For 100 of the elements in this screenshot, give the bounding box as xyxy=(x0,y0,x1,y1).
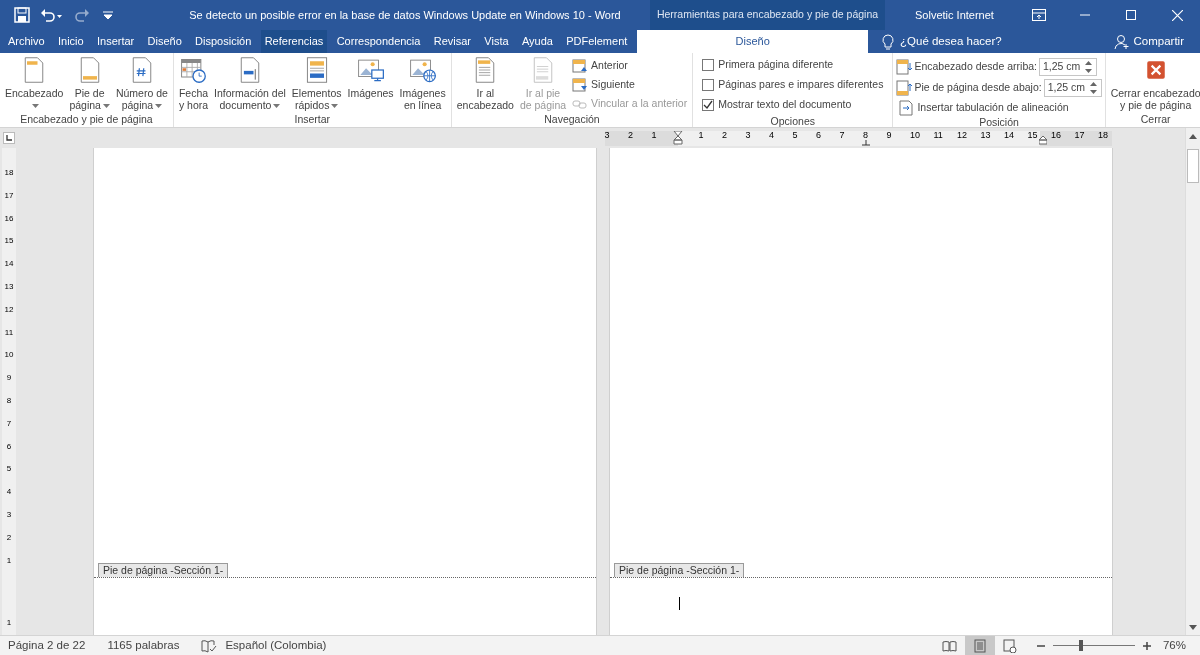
ruler-number: 13 xyxy=(980,130,991,140)
page-count[interactable]: Página 2 de 22 xyxy=(8,636,86,655)
scroll-thumb[interactable] xyxy=(1187,149,1199,183)
ruler-number: 4 xyxy=(5,487,13,497)
ruler-number: 10 xyxy=(910,130,920,140)
ruler-number: 18 xyxy=(3,168,15,177)
ribbon-tab[interactable]: Correspondencia xyxy=(332,30,425,53)
ribbon-button[interactable]: Pie de página xyxy=(67,55,112,111)
scrollbar[interactable] xyxy=(1185,128,1200,635)
image-monitor-icon xyxy=(356,56,385,84)
ruler-number: 14 xyxy=(1004,130,1014,140)
ruler-number: 1 xyxy=(5,555,13,565)
scroll-up-icon[interactable] xyxy=(1189,133,1197,139)
ruler-number: 5 xyxy=(5,464,13,474)
ribbon-button[interactable]: Encabezado xyxy=(3,55,66,111)
indent-marker-icon[interactable] xyxy=(1039,134,1047,145)
tab-selector-icon[interactable] xyxy=(3,132,15,144)
ruler-number: 16 xyxy=(1051,130,1061,140)
spin-arrows-icon[interactable] xyxy=(1085,60,1092,73)
spin-arrows-icon[interactable] xyxy=(1089,81,1097,94)
ribbon-button[interactable]: Cerrar encabezado y pie de página xyxy=(1108,55,1200,111)
zoom-level[interactable]: 76% xyxy=(1162,636,1186,655)
ruler-number: 3 xyxy=(745,130,751,140)
ribbon-button[interactable]: Elementos rápidos xyxy=(289,55,344,111)
ribbon-tab[interactable]: Vista xyxy=(480,30,513,53)
footer-label: Pie de página -Sección 1- xyxy=(98,563,229,577)
checkmark-icon xyxy=(703,100,714,110)
header-spacing-icon xyxy=(896,58,913,75)
tell-me-field[interactable]: ¿Qué desea hacer? xyxy=(900,32,1050,51)
spin-field[interactable]: 1,25 cm xyxy=(1043,78,1102,97)
ruler-number: 10 xyxy=(3,350,15,360)
tab-insert-icon xyxy=(898,99,915,116)
ruler-number: 2 xyxy=(628,130,633,140)
ruler-number: 8 xyxy=(5,396,13,405)
ruler-number: 15 xyxy=(1027,130,1038,140)
checkbox[interactable]: Páginas pares e impares diferentes xyxy=(702,77,884,93)
ribbon-tab[interactable]: Ayuda xyxy=(517,30,557,53)
ruler-number: 5 xyxy=(792,130,798,140)
group-label: Opciones xyxy=(770,115,815,127)
ruler-number: 3 xyxy=(5,510,13,519)
ribbon-tab[interactable]: Insertar xyxy=(92,30,139,53)
spin-field[interactable]: 1,25 cm xyxy=(1039,57,1097,76)
language[interactable]: Español (Colombia) xyxy=(225,636,327,655)
ribbon-tab[interactable]: Inicio xyxy=(54,30,88,53)
ruler-number: 11 xyxy=(3,327,15,337)
save-icon[interactable] xyxy=(14,7,30,23)
ruler-number: 9 xyxy=(886,130,892,140)
group-label: Insertar xyxy=(294,113,331,127)
ribbon-display-icon xyxy=(1032,9,1046,21)
scroll-down-icon[interactable] xyxy=(1189,624,1197,630)
section-up-icon xyxy=(572,57,589,74)
maximize-icon xyxy=(1126,10,1136,20)
section-down-icon xyxy=(572,76,589,93)
caret-icon xyxy=(331,104,339,109)
ribbon-tab[interactable]: Diseño xyxy=(143,30,186,53)
ribbon-button[interactable]: Fecha y hora xyxy=(176,55,211,111)
minus-icon xyxy=(1036,644,1045,647)
ribbon-tab[interactable]: Disposición xyxy=(191,30,256,53)
checkbox[interactable]: Primera página diferente xyxy=(702,57,884,73)
undo-icon[interactable] xyxy=(40,7,64,23)
ruler-number: 14 xyxy=(3,259,15,269)
ribbon-button[interactable]: Anterior xyxy=(570,57,690,74)
proofing-book-icon[interactable] xyxy=(201,638,218,653)
ribbon-tab[interactable]: Diseño xyxy=(637,30,868,53)
close-icon xyxy=(1171,9,1183,21)
ribbon-button[interactable]: Siguiente xyxy=(570,76,690,93)
print-layout-icon xyxy=(971,638,988,653)
ribbon-button[interactable]: Imágenes xyxy=(345,55,396,99)
ribbon-tab[interactable]: PDFelement xyxy=(562,30,632,53)
ribbon-tab[interactable]: Archivo xyxy=(4,30,49,53)
word-count[interactable]: 1165 palabras xyxy=(107,636,180,655)
image-globe-icon xyxy=(408,56,437,84)
tab-stop-icon[interactable] xyxy=(862,139,870,146)
group-label: Posición xyxy=(979,116,1019,127)
ruler-number: 3 xyxy=(604,130,610,140)
caret-icon xyxy=(273,104,281,109)
ruler-number: 11 xyxy=(933,130,943,140)
ruler-number: 1 xyxy=(651,130,657,140)
ruler-number: 9 xyxy=(5,373,13,383)
ribbon-button[interactable]: Ir al encabezado xyxy=(454,55,516,111)
view-button[interactable] xyxy=(964,636,995,655)
share-button[interactable]: Compartir xyxy=(1107,30,1190,53)
ribbon-tab[interactable]: Referencias xyxy=(260,30,328,53)
ribbon-button[interactable]: Imágenes en línea xyxy=(397,55,448,111)
caret-icon xyxy=(31,104,39,109)
calendar-clock-icon xyxy=(179,56,208,84)
ribbon-button[interactable]: Información del documento xyxy=(212,55,288,111)
ruler-number: 8 xyxy=(863,130,868,140)
ruler-number: 12 xyxy=(3,304,15,314)
ribbon-button[interactable]: Número de página xyxy=(113,55,170,111)
context-title: Herramientas para encabezado y pie de página xyxy=(650,0,885,30)
group-label: Navegación xyxy=(544,113,600,127)
checkbox[interactable]: Mostrar texto del documento xyxy=(702,97,884,113)
ruler-number: 13 xyxy=(3,282,15,291)
ribbon-button[interactable]: Insertar tabulación de alineación xyxy=(896,99,1102,116)
ruler-number: 1 xyxy=(698,130,704,140)
footer-spacing-icon xyxy=(896,79,913,96)
ribbon-tab[interactable]: Revisar xyxy=(429,30,476,53)
user-name: Solvetic Internet xyxy=(914,7,995,23)
indent-marker-icon[interactable] xyxy=(673,130,683,145)
